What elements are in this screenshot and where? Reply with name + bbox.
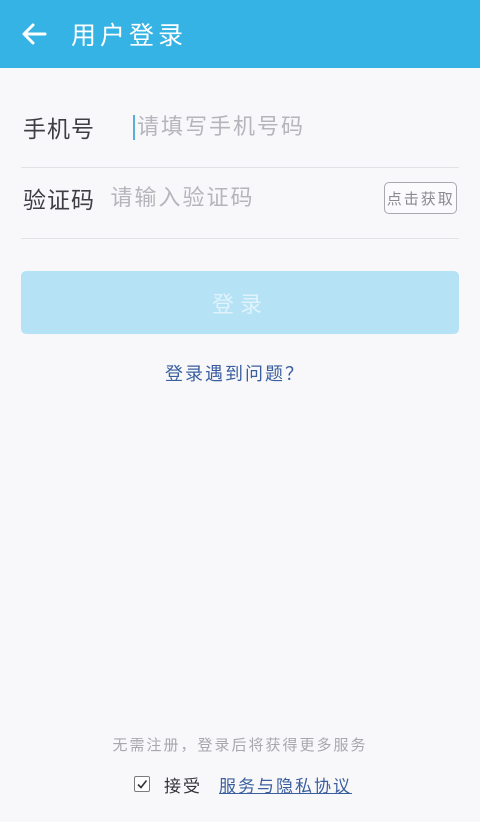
get-code-button[interactable]: 点击获取: [384, 182, 457, 214]
code-row: 验证码 点击获取: [21, 158, 459, 239]
page-title: 用户登录: [71, 21, 188, 50]
verification-code-input[interactable]: [110, 185, 385, 211]
app-bar: 用户登录: [0, 0, 480, 68]
code-label: 验证码: [23, 188, 95, 214]
login-help-link[interactable]: 登录遇到问题？: [0, 360, 470, 386]
phone-input[interactable]: [133, 114, 459, 140]
check-icon: [137, 780, 148, 789]
agreement-row: 接受 服务与隐私协议: [134, 772, 352, 797]
phone-label: 手机号: [23, 117, 95, 143]
accept-label: 接受: [164, 776, 202, 797]
footer-note: 无需注册，登录后将获得更多服务: [112, 736, 368, 754]
phone-row: 手机号: [21, 87, 459, 168]
login-button[interactable]: 登录: [21, 271, 459, 334]
arrow-left-icon[interactable]: [21, 21, 47, 47]
agreement-link[interactable]: 服务与隐私协议: [219, 772, 352, 797]
accept-checkbox[interactable]: [134, 776, 150, 792]
